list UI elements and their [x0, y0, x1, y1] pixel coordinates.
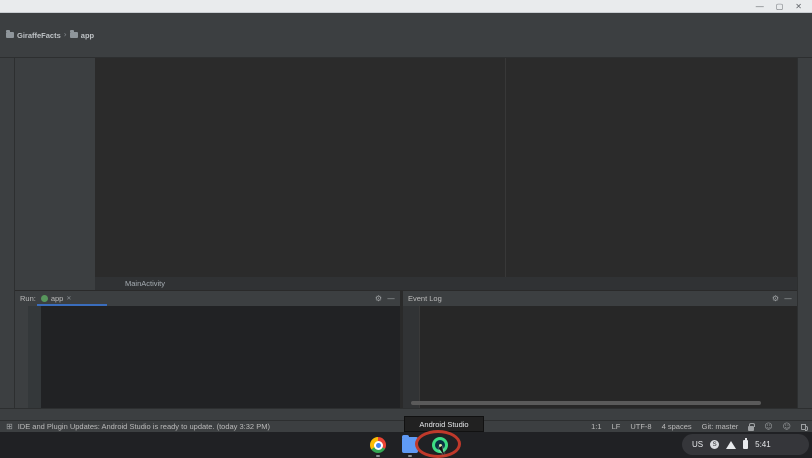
- right-tool-strip: [797, 58, 812, 408]
- android-studio-window: — ▢ ✕ GiraffeFacts › app MainActivity Ru…: [0, 0, 812, 458]
- project-tree: [15, 58, 95, 290]
- wifi-icon: [726, 441, 736, 449]
- breadcrumb-project[interactable]: GiraffeFacts: [17, 31, 61, 40]
- menu-bar: [0, 13, 812, 27]
- code-editor[interactable]: [95, 58, 797, 277]
- project-folder-icon: [6, 32, 14, 38]
- breadcrumb-module[interactable]: app: [81, 31, 94, 40]
- indent-setting[interactable]: 4 spaces: [662, 422, 692, 431]
- close-tab-icon[interactable]: ✕: [66, 296, 71, 302]
- editor-tabs: [95, 43, 812, 57]
- android-icon: [41, 295, 48, 302]
- run-toolbar-primary: [15, 306, 28, 409]
- caret-position[interactable]: 1:1: [591, 422, 601, 431]
- clock: 5:41: [755, 440, 771, 449]
- editor-breadcrumb[interactable]: MainActivity: [95, 277, 797, 290]
- event-log-header: Event Log ⚙ —: [403, 291, 797, 306]
- breadcrumb: GiraffeFacts › app: [6, 31, 94, 40]
- run-panel-title: Run:: [20, 294, 36, 303]
- event-log-gear-icon[interactable]: ⚙: [772, 295, 779, 303]
- window-titlebar: — ▢ ✕: [0, 0, 812, 13]
- run-panel-body: [15, 306, 400, 409]
- run-console[interactable]: [41, 306, 400, 409]
- chromeos-shelf: US S 5:41: [0, 432, 812, 458]
- chrome-icon[interactable]: [370, 437, 386, 453]
- project-panel-header: [0, 43, 95, 57]
- run-tab-app[interactable]: app ✕: [41, 294, 72, 303]
- run-settings-gear-icon[interactable]: ⚙: [375, 295, 382, 303]
- battery-icon: [743, 440, 748, 449]
- event-log-body: [403, 306, 797, 409]
- restore-button[interactable]: ▢: [776, 2, 784, 11]
- event-log-hide-icon[interactable]: —: [784, 295, 792, 303]
- files-running-indicator: [408, 455, 412, 457]
- breadcrumb-class[interactable]: MainActivity: [125, 279, 165, 288]
- run-panel: Run: app ✕ ⚙ —: [15, 290, 400, 408]
- inspection-profile-icon[interactable]: ☺: [783, 423, 791, 431]
- notification-badge: S: [710, 440, 719, 449]
- event-log-panel: Event Log ⚙ —: [403, 290, 797, 408]
- module-folder-icon: [70, 32, 78, 38]
- chrome-running-indicator: [376, 455, 380, 457]
- run-tab-label: app: [51, 294, 64, 303]
- hide-panel-icon[interactable]: —: [387, 295, 395, 303]
- run-toolbar-secondary: [28, 306, 41, 409]
- event-log-title: Event Log: [408, 294, 442, 303]
- horizontal-scrollbar[interactable]: [411, 401, 761, 405]
- annotation-red-circle: [415, 430, 461, 458]
- right-margin-line: [505, 58, 506, 277]
- tool-window-switcher-icon[interactable]: ⊞: [6, 423, 13, 431]
- file-encoding[interactable]: UTF-8: [630, 422, 651, 431]
- run-panel-header: Run: app ✕ ⚙ —: [15, 291, 400, 306]
- readonly-lock-icon[interactable]: [748, 426, 754, 431]
- close-button[interactable]: ✕: [795, 2, 802, 11]
- left-tool-strip: [0, 58, 15, 408]
- main-toolbar: GiraffeFacts › app: [0, 27, 812, 43]
- event-log-toolbar: [403, 306, 420, 409]
- event-log-entries: [420, 306, 797, 409]
- system-tray[interactable]: US S 5:41: [682, 434, 809, 455]
- git-branch[interactable]: Git: master: [702, 422, 739, 431]
- minimize-button[interactable]: —: [756, 2, 764, 11]
- status-message[interactable]: IDE and Plugin Updates: Android Studio i…: [18, 422, 270, 431]
- keyboard-layout: US: [692, 440, 703, 449]
- line-separator[interactable]: LF: [612, 422, 621, 431]
- tabs-row: [0, 43, 812, 58]
- chevron-right-icon: ›: [64, 31, 67, 39]
- memory-indicator-icon[interactable]: [801, 424, 806, 430]
- highlighting-level-icon[interactable]: ☺: [764, 423, 772, 431]
